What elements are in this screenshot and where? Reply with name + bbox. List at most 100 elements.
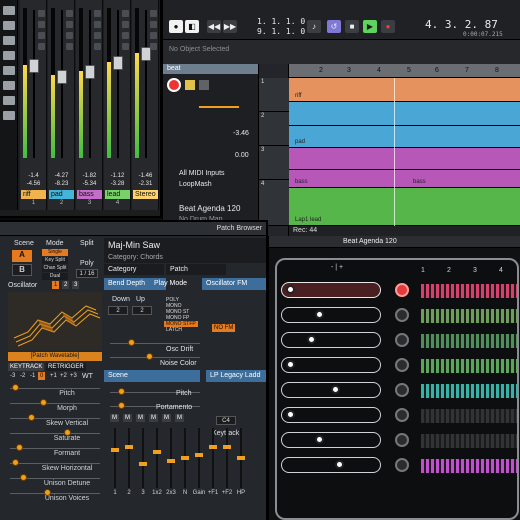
fader-track[interactable] — [145, 10, 147, 158]
row-select-button[interactable] — [395, 408, 409, 422]
row-position-handle[interactable] — [286, 285, 295, 294]
no-fm-button[interactable]: NO FM — [212, 324, 236, 332]
waveform-slices[interactable] — [421, 334, 517, 348]
solo-button[interactable] — [38, 21, 45, 28]
mix-fader-track[interactable] — [226, 428, 228, 488]
rewind-icon[interactable]: ◀◀ — [207, 20, 221, 33]
knob-slider[interactable] — [10, 433, 100, 434]
rail-button[interactable] — [3, 111, 15, 120]
fader-handle[interactable] — [29, 59, 39, 73]
wavetable-display[interactable] — [8, 292, 102, 350]
channel-name[interactable]: lead — [105, 190, 130, 199]
octave-option[interactable]: -2 — [18, 372, 27, 380]
track-lane[interactable] — [289, 102, 520, 126]
waveform-slices[interactable] — [421, 284, 517, 298]
row-select-button[interactable] — [395, 283, 409, 297]
knob-slider[interactable] — [10, 493, 100, 494]
mix-fader-handle[interactable] — [181, 456, 189, 460]
monitor-button[interactable] — [185, 80, 195, 90]
rail-button[interactable] — [3, 21, 15, 30]
mute-toggle[interactable]: M — [110, 414, 119, 422]
mix-fader-track[interactable] — [114, 428, 116, 488]
row-select-button[interactable] — [395, 433, 409, 447]
mute-button[interactable] — [94, 10, 101, 17]
poly-value[interactable]: 1 / 16 — [76, 269, 98, 278]
sequencer-row[interactable] — [281, 382, 381, 398]
mix-fader-handle[interactable] — [111, 448, 119, 452]
row-select-button[interactable] — [395, 458, 409, 472]
mute-toggle[interactable]: M — [136, 414, 145, 422]
mode-dual[interactable]: Dual — [42, 273, 68, 280]
patch-name[interactable]: Maj-Min Saw — [104, 238, 266, 252]
row-select-button[interactable] — [395, 383, 409, 397]
solo-button[interactable] — [122, 21, 129, 28]
mode-single[interactable]: Single — [42, 249, 68, 256]
rail-button[interactable] — [3, 51, 15, 60]
scene-b-button[interactable]: B — [12, 264, 32, 276]
knob-slider[interactable] — [10, 388, 100, 389]
mix-fader-handle[interactable] — [167, 459, 175, 463]
row-select-button[interactable] — [395, 358, 409, 372]
track-header[interactable]: 1 — [259, 78, 289, 112]
sequencer-row[interactable] — [281, 307, 381, 323]
mute-toggle[interactable]: M — [162, 414, 171, 422]
instrument-select[interactable]: LoopMash — [179, 181, 212, 188]
timeline-ruler[interactable]: 2 3 4 5 6 7 8 — [289, 64, 520, 78]
channel-name[interactable]: riff — [21, 190, 46, 199]
filter-type-header[interactable]: LP Legacy Ladd — [206, 370, 266, 382]
read-button[interactable] — [66, 32, 73, 39]
osc-tab-3[interactable]: 3 — [72, 281, 80, 289]
play-icon[interactable]: ▶ — [363, 20, 377, 33]
keytrack-button[interactable]: KEYTRACK — [8, 363, 45, 371]
mix-fader-track[interactable] — [198, 428, 200, 488]
mix-fader-handle[interactable] — [153, 450, 161, 454]
waveform-slices[interactable] — [421, 359, 517, 373]
mute-button[interactable] — [38, 10, 45, 17]
mute-toggle[interactable]: M — [149, 414, 158, 422]
slider-knob[interactable] — [20, 474, 27, 481]
knob-slider[interactable] — [10, 418, 100, 419]
row-position-handle[interactable] — [286, 410, 295, 419]
solo-button[interactable] — [150, 21, 157, 28]
row-position-handle[interactable] — [331, 385, 340, 394]
row-position-handle[interactable] — [315, 310, 324, 319]
slider-knob[interactable] — [16, 444, 23, 451]
write-button[interactable] — [150, 43, 157, 50]
mix-fader-handle[interactable] — [237, 456, 245, 460]
osc-drift-slider[interactable] — [110, 343, 200, 344]
row-select-button[interactable] — [395, 308, 409, 322]
sequencer-row[interactable] — [281, 407, 381, 423]
rail-button[interactable] — [3, 66, 15, 75]
midi-input-select[interactable]: All MIDI Inputs — [179, 170, 225, 177]
waveform-slices[interactable] — [421, 309, 517, 323]
read-button[interactable] — [150, 32, 157, 39]
noise-color-knob[interactable] — [146, 353, 153, 360]
knob-slider[interactable] — [10, 403, 100, 404]
track-lane[interactable]: pad — [289, 126, 520, 148]
punch-icon[interactable]: ◧ — [185, 20, 199, 33]
patch-select[interactable]: Patch — [166, 264, 226, 275]
mute-button[interactable] — [122, 10, 129, 17]
read-button[interactable] — [38, 32, 45, 39]
track-lane[interactable]: riff — [289, 78, 520, 102]
track-lane[interactable]: bass — [289, 170, 520, 188]
mode-chan-split[interactable]: Chan Split — [42, 265, 68, 272]
rail-button[interactable] — [3, 36, 15, 45]
fader-handle[interactable] — [85, 65, 95, 79]
waveform-slices[interactable] — [421, 434, 517, 448]
minus-plus-label[interactable]: - | + — [331, 264, 343, 271]
portamento-knob[interactable] — [118, 402, 125, 409]
osc-tab-1[interactable]: 1 — [52, 281, 60, 289]
mix-fader-track[interactable] — [156, 428, 158, 488]
octave-option[interactable]: 0 — [38, 372, 46, 380]
fader-track[interactable] — [117, 10, 119, 158]
stop-icon[interactable]: ■ — [345, 20, 359, 33]
write-button[interactable] — [122, 43, 129, 50]
fader-track[interactable] — [33, 10, 35, 158]
track-lane[interactable]: Lap1 lead — [289, 188, 520, 226]
mix-fader-handle[interactable] — [195, 453, 203, 457]
row-position-handle[interactable] — [307, 335, 316, 344]
mute-toggle[interactable]: M — [175, 414, 184, 422]
mix-fader-track[interactable] — [142, 428, 144, 488]
mix-fader-track[interactable] — [128, 428, 130, 488]
